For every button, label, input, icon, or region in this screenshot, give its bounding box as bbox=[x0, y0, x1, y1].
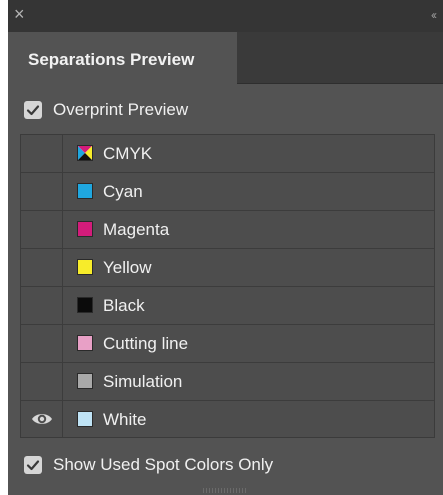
yellow-swatch bbox=[77, 259, 93, 275]
cutting-line-swatch bbox=[77, 335, 93, 351]
separation-label: Cyan bbox=[103, 182, 143, 201]
cmyk-icon bbox=[77, 145, 93, 161]
cyan-swatch bbox=[77, 183, 93, 199]
tab-title: Separations Preview bbox=[28, 50, 195, 69]
checkmark-icon bbox=[26, 460, 40, 471]
panel-titlebar: × ‹‹ bbox=[8, 0, 443, 32]
separation-label: Yellow bbox=[103, 258, 152, 277]
separation-row-yellow[interactable]: Yellow bbox=[21, 249, 434, 287]
separation-row-cmyk[interactable]: CMYK bbox=[21, 135, 434, 173]
black-swatch bbox=[77, 297, 93, 313]
separation-row-magenta[interactable]: Magenta bbox=[21, 211, 434, 249]
collapse-icon[interactable]: ‹‹ bbox=[415, 5, 437, 25]
separation-label: Black bbox=[103, 296, 145, 315]
separation-row-white[interactable]: White bbox=[21, 401, 434, 439]
separation-row-black[interactable]: Black bbox=[21, 287, 434, 325]
white-swatch bbox=[77, 411, 93, 427]
checkmark-icon bbox=[26, 105, 40, 116]
separations-preview-panel: × ‹‹ Separations Preview Overprint Previ… bbox=[8, 0, 443, 495]
separation-label: White bbox=[103, 410, 147, 429]
separation-label: Simulation bbox=[103, 372, 183, 391]
separations-list: CMYK Cyan Magenta Yellow Black Cutting l… bbox=[20, 134, 435, 438]
spot-colors-only-checkbox[interactable] bbox=[24, 456, 42, 474]
resize-grip[interactable] bbox=[203, 488, 247, 493]
spot-colors-only-label: Show Used Spot Colors Only bbox=[53, 455, 274, 474]
separation-label: Magenta bbox=[103, 220, 170, 239]
tab-strip bbox=[237, 32, 443, 84]
separation-label: CMYK bbox=[103, 144, 153, 163]
separation-row-simulation[interactable]: Simulation bbox=[21, 363, 434, 401]
close-icon[interactable]: × bbox=[14, 3, 34, 25]
overprint-preview-checkbox[interactable] bbox=[24, 101, 42, 119]
simulation-swatch bbox=[77, 373, 93, 389]
eye-icon[interactable] bbox=[31, 411, 53, 427]
tab-separations-preview[interactable]: Separations Preview bbox=[14, 32, 238, 84]
overprint-preview-label: Overprint Preview bbox=[53, 100, 189, 119]
separation-label: Cutting line bbox=[103, 334, 189, 353]
separation-row-cutting-line[interactable]: Cutting line bbox=[21, 325, 434, 363]
magenta-swatch bbox=[77, 221, 93, 237]
separation-row-cyan[interactable]: Cyan bbox=[21, 173, 434, 211]
